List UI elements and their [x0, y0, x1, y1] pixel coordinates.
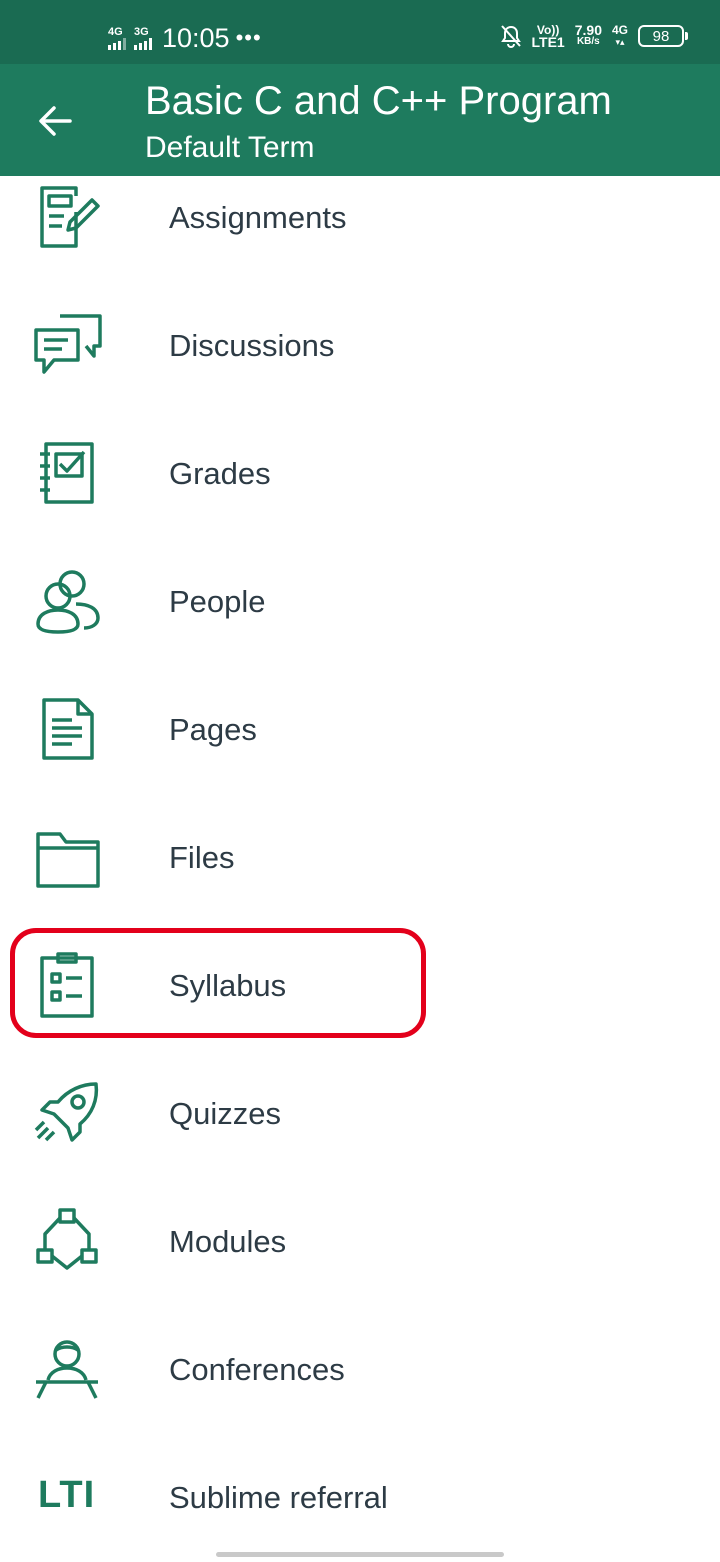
muted-bell-icon: [500, 25, 521, 48]
menu-item-label: Files: [169, 840, 235, 875]
discussion-icon: [34, 314, 102, 374]
menu-item-sublime-referral[interactable]: LTI Sublime referral: [0, 1434, 720, 1562]
menu-item-assignments[interactable]: Assignments: [0, 154, 720, 282]
network-type-2: 3G: [134, 25, 149, 38]
back-arrow-icon[interactable]: [36, 101, 76, 141]
menu-item-label: Quizzes: [169, 1096, 281, 1131]
menu-item-quizzes[interactable]: Quizzes: [0, 1050, 720, 1178]
menu-item-label: Pages: [169, 712, 257, 747]
menu-item-conferences[interactable]: Conferences: [0, 1306, 720, 1434]
course-navigation-list: Assignments Discussions Grades People Pa…: [0, 154, 720, 1562]
menu-item-files[interactable]: Files: [0, 794, 720, 922]
menu-item-people[interactable]: People: [0, 538, 720, 666]
menu-item-label: Syllabus: [169, 968, 287, 1003]
menu-item-label: Modules: [169, 1224, 287, 1259]
network-speed: 7.90 KB/s: [574, 22, 602, 47]
clock: 10:05: [162, 23, 230, 53]
clipboard-icon: [40, 952, 94, 1018]
battery-level: 98: [652, 27, 670, 45]
menu-item-label: Discussions: [169, 328, 335, 363]
menu-item-discussions[interactable]: Discussions: [0, 282, 720, 410]
modules-icon: [36, 1208, 98, 1270]
volte-indicator: Vo)) LTE1: [531, 23, 565, 50]
gesture-nav-handle[interactable]: [216, 1552, 504, 1557]
more-notifications-icon: •••: [235, 25, 262, 50]
rocket-icon: [34, 1082, 99, 1142]
data-network-icon: 4G ▾▴: [611, 23, 628, 47]
menu-item-label: Sublime referral: [169, 1480, 388, 1515]
status-bar: 4G 3G 10:05 ••• Vo)) LTE1 7.90 KB/s 4G ▾…: [0, 0, 720, 64]
menu-item-syllabus[interactable]: Syllabus: [0, 922, 720, 1050]
menu-item-label: Grades: [169, 456, 271, 491]
menu-item-label: Assignments: [169, 200, 347, 235]
menu-item-pages[interactable]: Pages: [0, 666, 720, 794]
assignment-icon: [40, 186, 100, 248]
signal-3g-icon: 3G: [134, 25, 152, 50]
lti-icon: LTI: [38, 1474, 96, 1516]
folder-icon: [36, 832, 100, 888]
menu-item-label: People: [169, 584, 266, 619]
conference-icon: [36, 1340, 98, 1399]
network-type-1: 4G: [108, 25, 123, 38]
signal-4g-icon: 4G: [108, 25, 126, 50]
menu-item-modules[interactable]: Modules: [0, 1178, 720, 1306]
course-title: Basic C and C++ Program: [145, 79, 612, 123]
menu-item-label: Conferences: [169, 1352, 345, 1387]
gradebook-icon: [40, 442, 94, 504]
menu-item-grades[interactable]: Grades: [0, 410, 720, 538]
people-icon: [36, 570, 100, 634]
document-icon: [42, 698, 94, 760]
battery-icon: 98: [638, 25, 688, 47]
